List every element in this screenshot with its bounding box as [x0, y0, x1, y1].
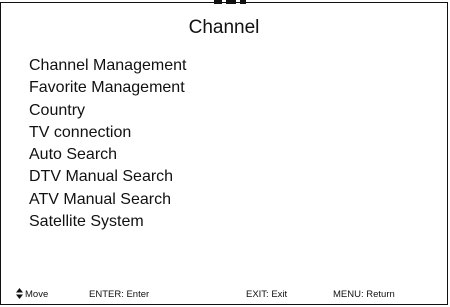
menu-return-hint: MENU: Return [333, 289, 395, 300]
menu-item-satellite-system[interactable]: Satellite System [29, 211, 186, 233]
menu-item-tv-connection[interactable]: TV connection [29, 122, 186, 144]
move-hint: Move [16, 288, 48, 302]
exit-hint: EXIT: Exit [246, 289, 288, 300]
up-down-arrow-icon [16, 288, 23, 299]
channel-menu-panel: Channel Channel Management Favorite Mana… [0, 2, 448, 305]
menu-item-country[interactable]: Country [29, 100, 186, 122]
menu-item-auto-search[interactable]: Auto Search [29, 144, 186, 166]
enter-hint: ENTER: Enter [89, 289, 150, 300]
menu-item-atv-manual-search[interactable]: ATV Manual Search [29, 189, 186, 211]
channel-menu-list: Channel Management Favorite Management C… [29, 55, 186, 233]
move-hint-label: Move [25, 289, 49, 300]
menu-item-favorite-management[interactable]: Favorite Management [29, 77, 186, 99]
menu-item-dtv-manual-search[interactable]: DTV Manual Search [29, 166, 186, 188]
key-hint-bar: Move ENTER: Enter EXIT: Exit MENU: Retur… [1, 288, 447, 302]
menu-item-channel-management[interactable]: Channel Management [29, 55, 186, 77]
page-title: Channel [188, 17, 260, 38]
